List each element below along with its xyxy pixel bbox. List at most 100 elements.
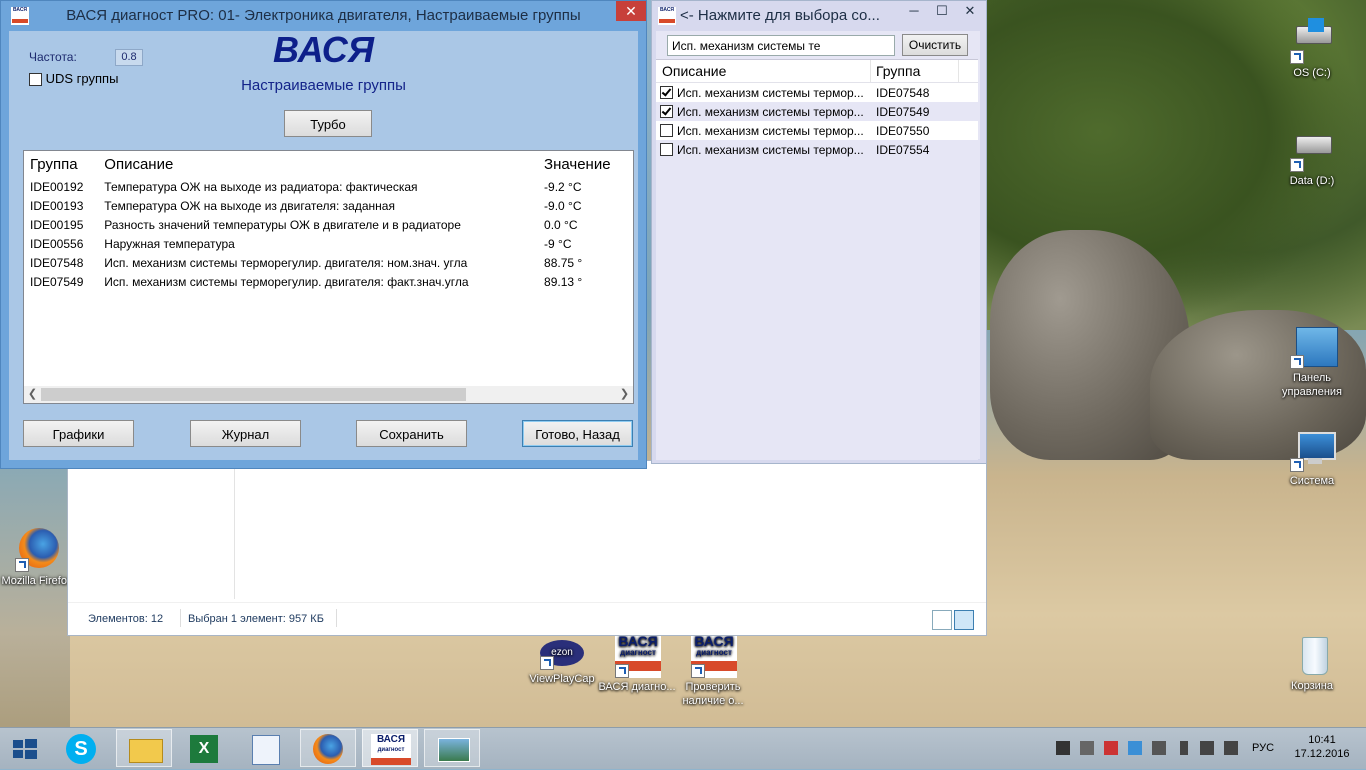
firefox-taskbar-icon[interactable] bbox=[300, 729, 356, 767]
clock[interactable]: 10:41 17.12.2016 bbox=[1290, 728, 1354, 769]
item-description: Исп. механизм системы термор... bbox=[677, 86, 864, 100]
table-row[interactable]: IDE00195 Разность значений температуры О… bbox=[24, 215, 633, 234]
volume-icon[interactable] bbox=[1224, 741, 1238, 755]
minimize-button[interactable]: ─ bbox=[900, 1, 928, 21]
flag-icon[interactable] bbox=[1152, 741, 1166, 755]
list-item[interactable]: Исп. механизм системы термор... IDE07554 bbox=[656, 140, 978, 159]
cell-value: 89.13 ° bbox=[544, 274, 583, 289]
close-button[interactable]: ✕ bbox=[956, 1, 984, 21]
desktop-icon-label: ViewPlayCap bbox=[529, 673, 595, 685]
excel-taskbar-icon[interactable]: X bbox=[176, 729, 232, 767]
desktop-icon-firefox[interactable]: Mozilla Firefox bbox=[0, 528, 77, 588]
app-logo-icon: ВАСЯ bbox=[658, 7, 676, 25]
scroll-left-icon[interactable]: ❮ bbox=[24, 386, 41, 403]
desktop-icon-data-drive[interactable]: Data (D:) bbox=[1272, 128, 1352, 188]
clear-button[interactable]: Очистить bbox=[902, 34, 968, 56]
list-item[interactable]: Исп. механизм системы термор... IDE07549 bbox=[656, 102, 978, 121]
item-group: IDE07549 bbox=[876, 105, 930, 119]
window-title: ВАСЯ диагност PRO: 01- Электроника двига… bbox=[66, 7, 581, 24]
scroll-thumb[interactable] bbox=[41, 388, 466, 401]
table-row[interactable]: IDE00193 Температура ОЖ на выходе из дви… bbox=[24, 196, 633, 215]
explorer-status-bar: Элементов: 12 Выбран 1 элемент: 957 КБ bbox=[68, 602, 986, 635]
cell-value: -9.0 °C bbox=[544, 198, 582, 213]
desktop-icon-check-update[interactable]: ВАСЯ диагност Проверить наличие о... bbox=[673, 634, 753, 708]
wallpaper-sea bbox=[0, 465, 70, 745]
column-header-group[interactable]: Группа bbox=[876, 63, 920, 79]
table-row[interactable]: IDE00556 Наружная температура -9 °C bbox=[24, 234, 633, 253]
cell-group: IDE00193 bbox=[30, 198, 84, 213]
desktop-icon-system[interactable]: Система bbox=[1272, 428, 1352, 488]
cell-description: Исп. механизм системы терморегулир. двиг… bbox=[104, 255, 468, 270]
viewplaycap-icon: ezon bbox=[540, 638, 584, 670]
column-header-description[interactable]: Описание bbox=[662, 63, 726, 79]
cell-description: Исп. механизм системы терморегулир. двиг… bbox=[104, 274, 469, 289]
close-button[interactable]: ✕ bbox=[616, 1, 646, 21]
list-item[interactable]: Исп. механизм системы термор... IDE07550 bbox=[656, 121, 978, 140]
item-group: IDE07554 bbox=[876, 143, 930, 157]
drive-icon bbox=[1290, 18, 1334, 64]
cell-value: -9.2 °C bbox=[544, 179, 582, 194]
battery-icon[interactable] bbox=[1180, 741, 1188, 755]
vasya-logo-text: ВАСЯ bbox=[272, 29, 375, 70]
signal-icon[interactable] bbox=[1200, 741, 1214, 755]
column-header-description[interactable]: Описание bbox=[98, 151, 538, 177]
scroll-right-icon[interactable]: ❯ bbox=[616, 386, 633, 403]
group-select-window: ВАСЯ <- Нажмите для выбора со... ─ ☐ ✕ О… bbox=[651, 0, 987, 464]
tray-network-icon[interactable] bbox=[1128, 741, 1142, 755]
checkbox-icon[interactable] bbox=[660, 143, 673, 156]
column-header-value[interactable]: Значение bbox=[538, 151, 633, 177]
cell-description: Наружная температура bbox=[104, 236, 235, 251]
maximize-button[interactable]: ☐ bbox=[928, 1, 956, 21]
cell-value: 0.0 °C bbox=[544, 217, 578, 232]
app-taskbar-icon[interactable] bbox=[238, 729, 294, 767]
checkbox-checked-icon[interactable] bbox=[660, 86, 673, 99]
large-icons-view-button[interactable] bbox=[954, 610, 974, 630]
subtitle: Настраиваемые группы bbox=[241, 77, 406, 94]
table-row[interactable]: IDE00192 Температура ОЖ на выходе из рад… bbox=[24, 177, 633, 196]
checkbox-checked-icon[interactable] bbox=[660, 105, 673, 118]
image-viewer-taskbar-icon[interactable] bbox=[424, 729, 480, 767]
cell-group: IDE00192 bbox=[30, 179, 84, 194]
select-client-area: Очистить Описание Группа Исп. механизм с… bbox=[656, 31, 980, 460]
desktop-icon-viewplaycap[interactable]: ezon ViewPlayCap bbox=[522, 638, 602, 686]
turbo-button[interactable]: Турбо bbox=[284, 110, 372, 137]
column-header-group[interactable]: Группа bbox=[24, 151, 98, 177]
table-row[interactable]: IDE07549 Исп. механизм системы терморегу… bbox=[24, 272, 633, 291]
desktop-icon-label: ВАСЯ диагно... bbox=[598, 681, 676, 693]
table-row[interactable]: IDE07548 Исп. механизм системы терморегу… bbox=[24, 253, 633, 272]
journal-button[interactable]: Журнал bbox=[190, 420, 301, 447]
language-indicator[interactable]: РУС bbox=[1252, 742, 1274, 756]
clock-time: 10:41 bbox=[1308, 734, 1336, 746]
cell-value: 88.75 ° bbox=[544, 255, 583, 270]
tray-security-icon[interactable] bbox=[1104, 741, 1118, 755]
horizontal-scrollbar[interactable]: ❮ ❯ bbox=[24, 386, 633, 403]
skype-taskbar-icon[interactable]: S bbox=[54, 729, 110, 767]
firefox-icon bbox=[15, 528, 59, 572]
taskbar: S X ВАСЯ диагност РУС 10:41 17.12.2016 bbox=[0, 727, 1366, 769]
explorer-nav-pane[interactable] bbox=[76, 461, 235, 599]
desktop-icon-control-panel[interactable]: Панель управления bbox=[1272, 325, 1352, 399]
search-input[interactable] bbox=[667, 35, 895, 56]
tray-app-icon[interactable] bbox=[1056, 741, 1070, 755]
vasya-logo-icon: ВАСЯ диагност bbox=[691, 634, 737, 678]
done-back-button[interactable]: Готово, Назад bbox=[522, 420, 633, 447]
file-explorer-taskbar-icon[interactable] bbox=[116, 729, 172, 767]
select-list-header: Описание Группа bbox=[656, 60, 978, 83]
desktop-icon-label: Проверить наличие о... bbox=[682, 681, 744, 707]
vasya-taskbar-icon[interactable]: ВАСЯ диагност bbox=[362, 729, 418, 767]
vasya-main-window: ВАСЯ ВАСЯ диагност PRO: 01- Электроника … bbox=[0, 0, 647, 469]
groups-table: Группа Описание Значение IDE00192 Темпер… bbox=[23, 150, 634, 404]
graphs-button[interactable]: Графики bbox=[23, 420, 134, 447]
start-button[interactable] bbox=[0, 729, 50, 767]
checkbox-icon[interactable] bbox=[660, 124, 673, 137]
desktop-icon-os-drive[interactable]: OS (C:) bbox=[1272, 18, 1352, 80]
cell-group: IDE00556 bbox=[30, 236, 84, 251]
item-group: IDE07550 bbox=[876, 124, 930, 138]
select-list: Описание Группа Исп. механизм системы те… bbox=[656, 59, 978, 460]
desktop-icon-trash[interactable]: Корзина bbox=[1272, 633, 1352, 693]
save-button[interactable]: Сохранить bbox=[356, 420, 467, 447]
tray-usb-icon[interactable] bbox=[1080, 741, 1094, 755]
desktop-icon-vasya[interactable]: ВАСЯ диагност ВАСЯ диагно... bbox=[597, 634, 677, 694]
list-item[interactable]: Исп. механизм системы термор... IDE07548 bbox=[656, 83, 978, 102]
details-view-button[interactable] bbox=[932, 610, 952, 630]
